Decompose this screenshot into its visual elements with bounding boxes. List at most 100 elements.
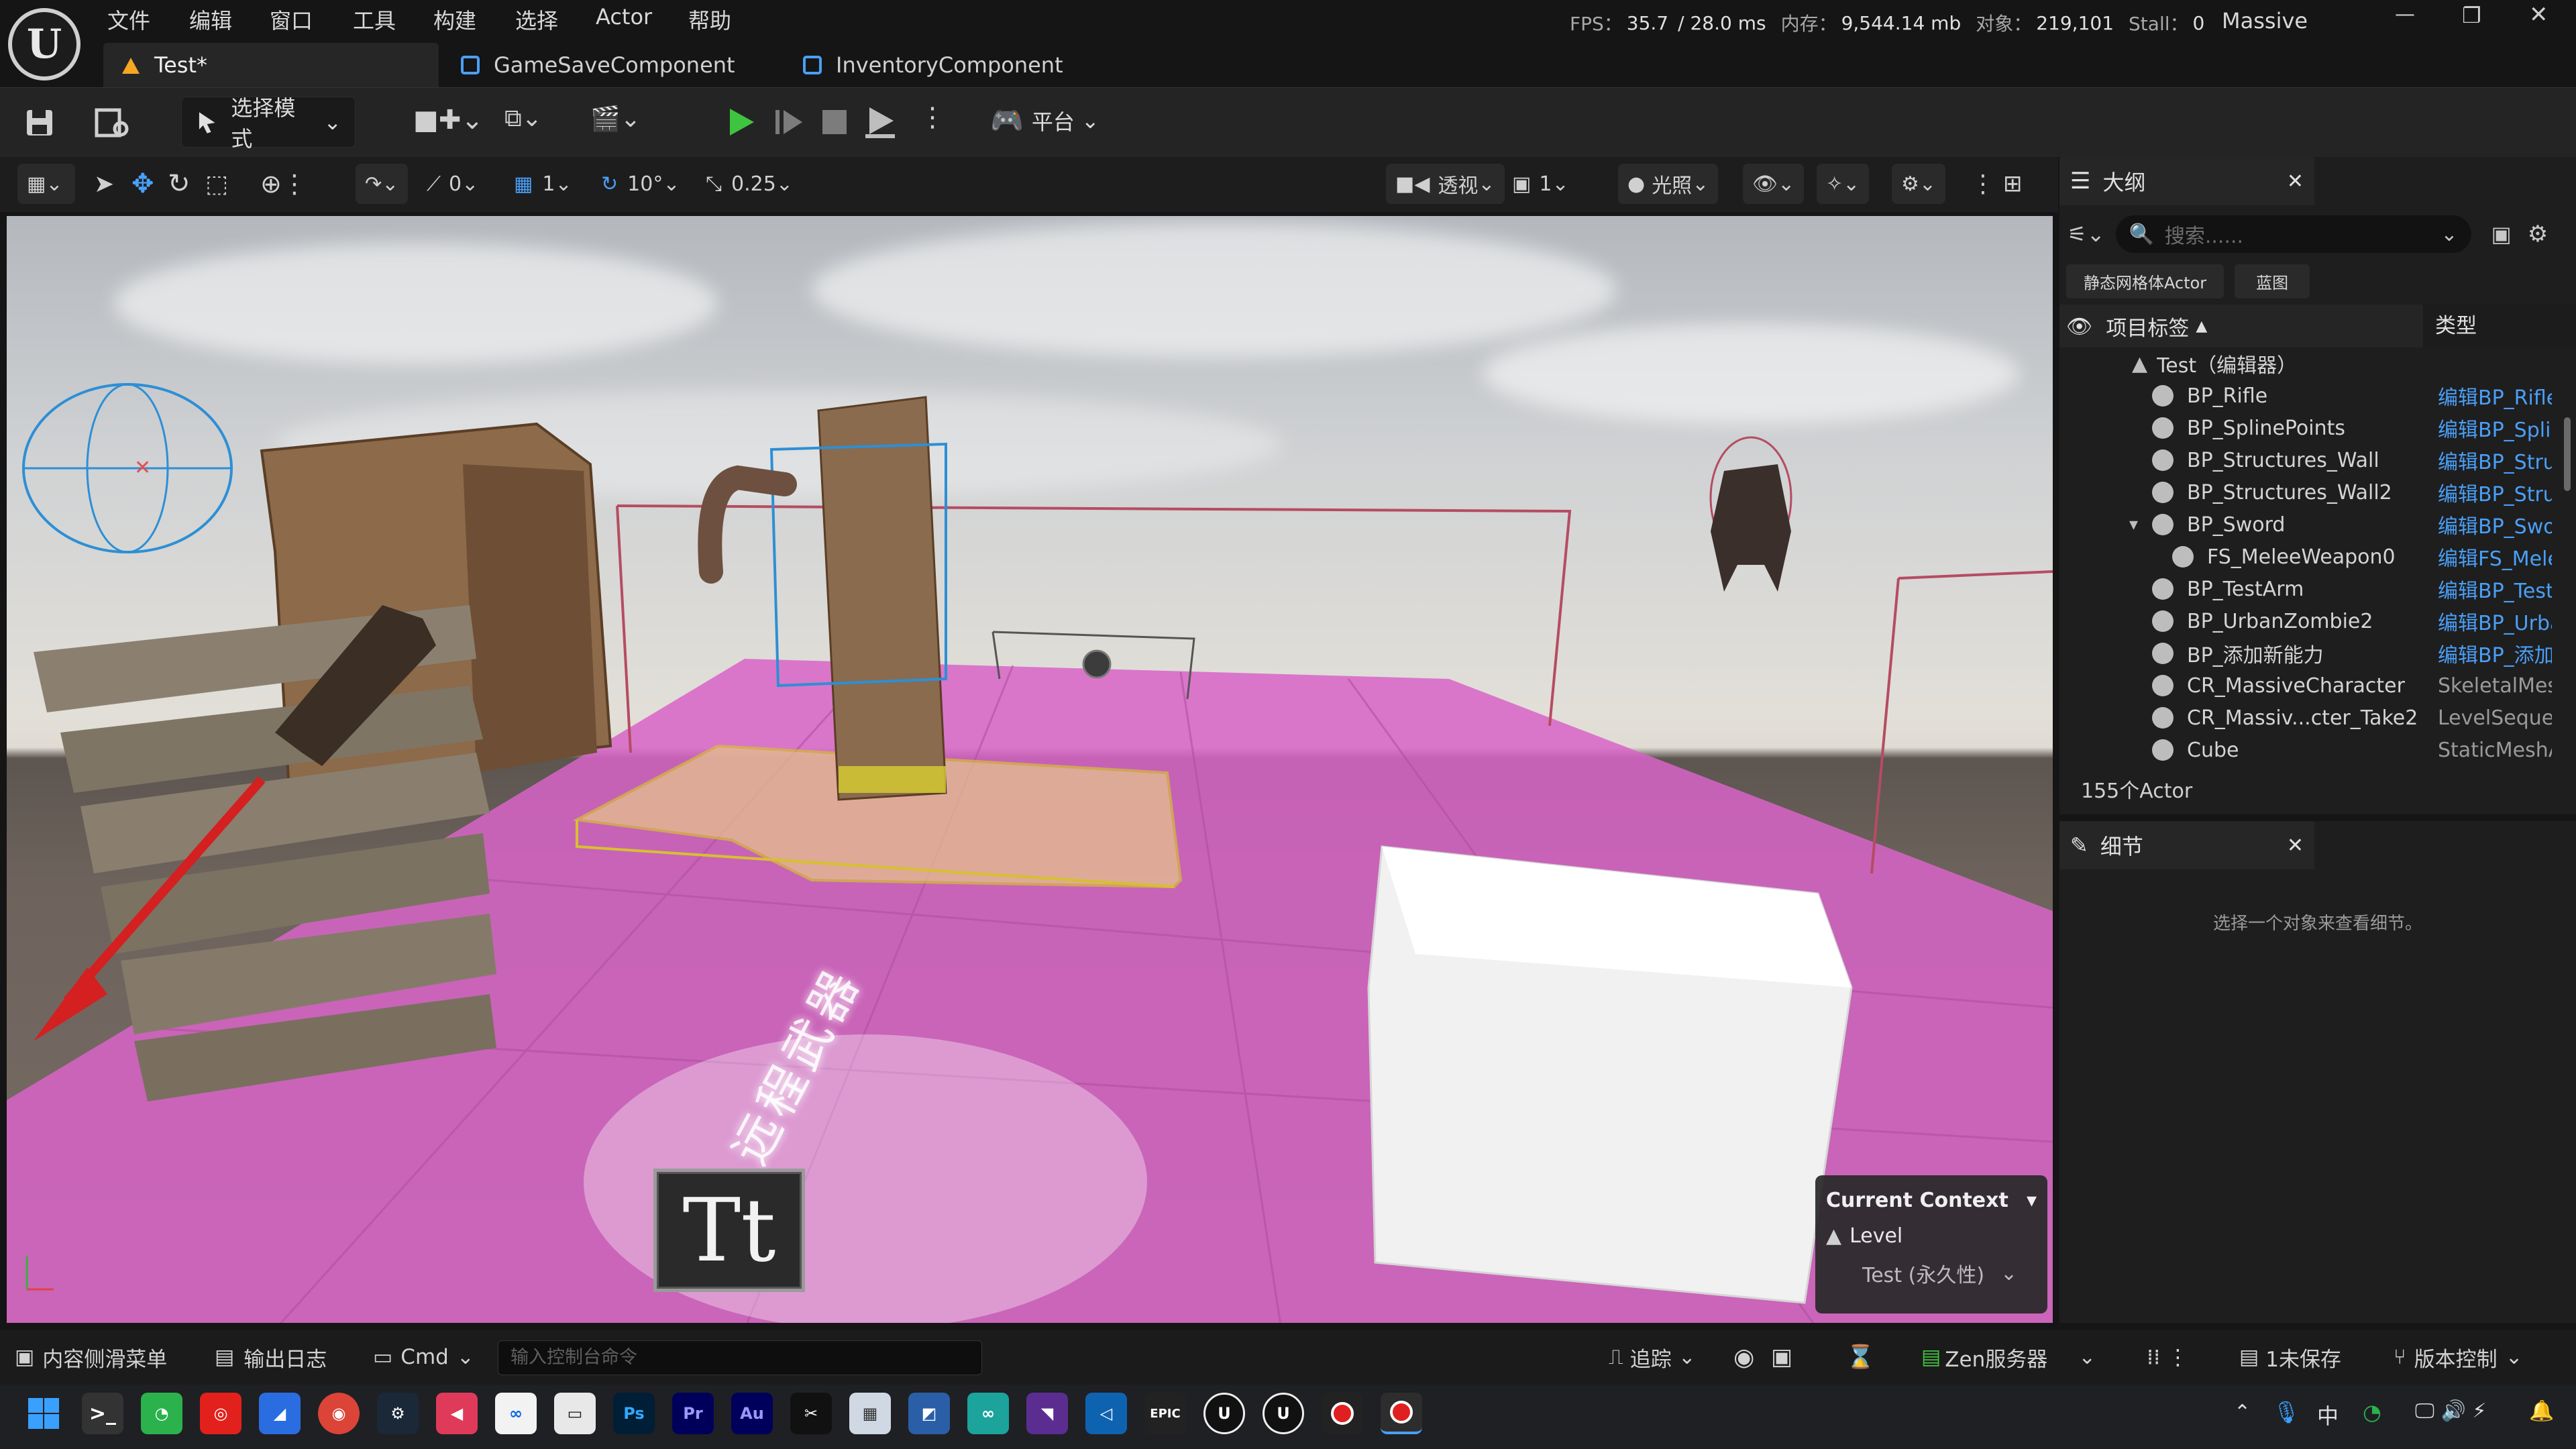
meta-icon[interactable]: ∞ <box>495 1393 537 1434</box>
viewport-settings-dropdown[interactable]: ⚙⌄ <box>1892 164 1946 204</box>
console-command-input[interactable]: 输入控制台命令 <box>498 1340 982 1375</box>
scale-tool-icon[interactable]: ⬚ <box>205 164 228 204</box>
edit-blueprint-link[interactable]: 编辑BP_Rifle <box>2438 381 2552 411</box>
browse-content-icon[interactable] <box>94 106 130 140</box>
translate-tool-icon[interactable]: ✥ <box>131 164 154 204</box>
recorder-icon[interactable] <box>1322 1393 1363 1434</box>
zen-server-dropdown[interactable]: ▤ Zen服务器 ⌄ <box>1921 1336 2096 1378</box>
layout-icon[interactable]: ⊞ <box>2003 164 2023 204</box>
microphone-icon[interactable]: 🎙 <box>2273 1399 2300 1425</box>
edit-blueprint-link[interactable]: 编辑BP_UrbanZombie <box>2438 606 2552 636</box>
tab-inventorycomponent[interactable]: InventoryComponent <box>785 43 1134 87</box>
viewport-options-dropdown[interactable]: ▦⌄ <box>17 164 75 204</box>
outliner-row[interactable]: BP_Rifle 编辑BP_Rifle <box>2059 380 2576 412</box>
derived-data-icon[interactable]: ⁞⁞ ⋮ <box>2147 1336 2189 1378</box>
unreal-engine-icon-2[interactable]: U <box>1263 1393 1304 1434</box>
menu-help[interactable]: 帮助 <box>688 4 731 35</box>
add-folder-icon[interactable]: ▣ <box>2491 221 2512 247</box>
edit-blueprint-link[interactable]: 编辑BP_添加新能力 <box>2438 639 2552 668</box>
oculus-icon[interactable]: ▭ <box>554 1393 596 1434</box>
world-space-icon[interactable]: ⊕⋮ <box>260 164 307 204</box>
edit-blueprint-link[interactable]: 编辑BP_SplinePoints <box>2438 413 2552 443</box>
cinematics-icon[interactable]: 🎬⌄ <box>590 105 641 133</box>
camera-speed-dropdown[interactable]: ▣ 1 ⌄ <box>1512 164 1569 204</box>
context-header[interactable]: Current Context ▾ <box>1826 1183 2037 1217</box>
minimize-button[interactable]: — <box>2395 3 2415 26</box>
play-icon[interactable] <box>724 106 757 138</box>
tray-overflow-icon[interactable]: ⌃ <box>2234 1401 2251 1424</box>
outliner-row[interactable]: BP_添加新能力 编辑BP_添加新能力 <box>2059 637 2576 669</box>
lighting-mode-dropdown[interactable]: ● 光照 ⌄ <box>1618 164 1719 204</box>
record-icon[interactable]: ◉ <box>1733 1336 1754 1378</box>
premiere-icon[interactable]: Pr <box>672 1393 714 1434</box>
outliner-row[interactable]: CR_Massiv...cter_Take2 LevelSequenceActor <box>2059 702 2576 734</box>
arduino-icon[interactable]: ∞ <box>967 1393 1009 1434</box>
stop-icon[interactable] <box>820 107 849 137</box>
zombie-character[interactable] <box>1711 464 1791 592</box>
recorder-icon-active[interactable] <box>1381 1393 1422 1434</box>
eject-icon[interactable] <box>863 105 898 140</box>
visual-studio-icon[interactable]: ◥ <box>1026 1393 1068 1434</box>
notification-bell-icon[interactable]: 🔔 <box>2529 1399 2554 1423</box>
wechat-icon[interactable]: ◔ <box>141 1393 182 1434</box>
menu-file[interactable]: 文件 <box>107 4 150 35</box>
edit-blueprint-link[interactable]: 编辑FS_MeleeWeapon <box>2438 542 2552 572</box>
unreal-engine-icon[interactable]: U <box>1203 1393 1245 1434</box>
grid-snap-dropdown[interactable]: ▦ 1 ⌄ <box>514 164 572 204</box>
filter-blueprint[interactable]: 蓝图 <box>2235 264 2310 299</box>
outliner-row[interactable]: BP_UrbanZombie2 编辑BP_UrbanZombie <box>2059 605 2576 637</box>
platform-button[interactable]: 🎮 平台 ⌄ <box>990 105 1099 136</box>
terminal-app-icon[interactable]: >_ <box>82 1393 123 1434</box>
map-tool-icon[interactable]: ◩ <box>908 1393 950 1434</box>
col-label-header[interactable]: 项目标签 <box>2106 311 2189 341</box>
details-tab[interactable]: ✎ 细节 ✕ <box>2059 821 2314 869</box>
unreal-logo-icon[interactable]: U <box>8 8 80 80</box>
windows-start-icon[interactable] <box>23 1393 64 1434</box>
select-mode-dropdown[interactable]: 选择模式 ⌄ <box>181 95 356 152</box>
tab-test-level[interactable]: Test* <box>103 43 439 87</box>
vscode-icon[interactable]: ◁ <box>1085 1393 1127 1434</box>
calculator-icon[interactable]: ▦ <box>849 1393 891 1434</box>
blueprint-menu-icon[interactable]: ⧉⌄ <box>504 105 542 133</box>
outliner-row[interactable]: BP_Structures_Wall2 编辑BP_Structures_Wall2 <box>2059 476 2576 508</box>
sphere-actor[interactable] <box>1082 649 1112 679</box>
edit-blueprint-link[interactable]: 编辑BP_Sword <box>2438 510 2552 539</box>
outliner-row[interactable]: FS_MeleeWeapon0 编辑FS_MeleeWeapon <box>2059 541 2576 573</box>
more-options-icon[interactable]: ⋮ <box>919 102 946 133</box>
app-icon[interactable]: ◀ <box>436 1393 478 1434</box>
close-button[interactable]: ✕ <box>2529 1 2548 28</box>
save-icon[interactable] <box>24 107 55 138</box>
chrome-icon[interactable]: ◉ <box>318 1393 360 1434</box>
netease-music-icon[interactable]: ◎ <box>200 1393 241 1434</box>
expand-arrow-icon[interactable]: ▾ <box>2129 515 2138 535</box>
source-control-dropdown[interactable]: ⑂ 版本控制 ⌄ <box>2394 1336 2523 1378</box>
rotation-snap-dropdown[interactable]: ↻ 10° ⌄ <box>601 164 680 204</box>
col-type-header[interactable]: 类型 <box>2424 305 2576 347</box>
gear-icon[interactable]: ⚙ <box>2528 221 2548 248</box>
show-flags-dropdown[interactable]: 👁⌄ <box>1743 164 1805 204</box>
unsaved-button[interactable]: ▤ 1未保存 <box>2239 1336 2341 1378</box>
steam-icon[interactable]: ⚙ <box>377 1393 419 1434</box>
close-tab-icon[interactable]: ✕ <box>2287 834 2304 857</box>
output-log-button[interactable]: ▤ 输出日志 <box>215 1336 327 1378</box>
outliner-search-input[interactable]: 🔍 搜索...... ⌄ <box>2115 215 2471 253</box>
menu-build[interactable]: 构建 <box>433 4 476 35</box>
menu-tools[interactable]: 工具 <box>353 4 396 35</box>
menu-select[interactable]: 选择 <box>515 4 558 35</box>
audition-icon[interactable]: Au <box>731 1393 773 1434</box>
photoshop-icon[interactable]: Ps <box>613 1393 655 1434</box>
edit-blueprint-link[interactable]: 编辑BP_Structures_Wall2 <box>2438 478 2552 507</box>
outliner-row[interactable]: CR_MassiveCharacter SkeletalMeshActor <box>2059 669 2576 702</box>
menu-window[interactable]: 窗口 <box>270 4 313 35</box>
outliner-scrollbar[interactable] <box>2564 417 2571 491</box>
hourglass-icon[interactable]: ⌛ <box>1846 1336 1874 1378</box>
view-mode-perspective-dropdown[interactable]: ■◀ 透视 ⌄ <box>1386 164 1505 204</box>
more-options-icon[interactable]: ⋮ <box>1971 164 1995 204</box>
restore-button[interactable]: ❐ <box>2462 3 2481 28</box>
screenshot-icon[interactable]: ▣ <box>1771 1336 1792 1378</box>
feishu-icon[interactable]: ◢ <box>259 1393 301 1434</box>
step-icon[interactable] <box>773 106 805 138</box>
filter-icon[interactable]: ⚟⌄ <box>2068 221 2105 247</box>
outliner-tab[interactable]: ☰ 大纲 ✕ <box>2059 157 2314 205</box>
epic-games-icon[interactable]: EPIC <box>1144 1393 1186 1434</box>
